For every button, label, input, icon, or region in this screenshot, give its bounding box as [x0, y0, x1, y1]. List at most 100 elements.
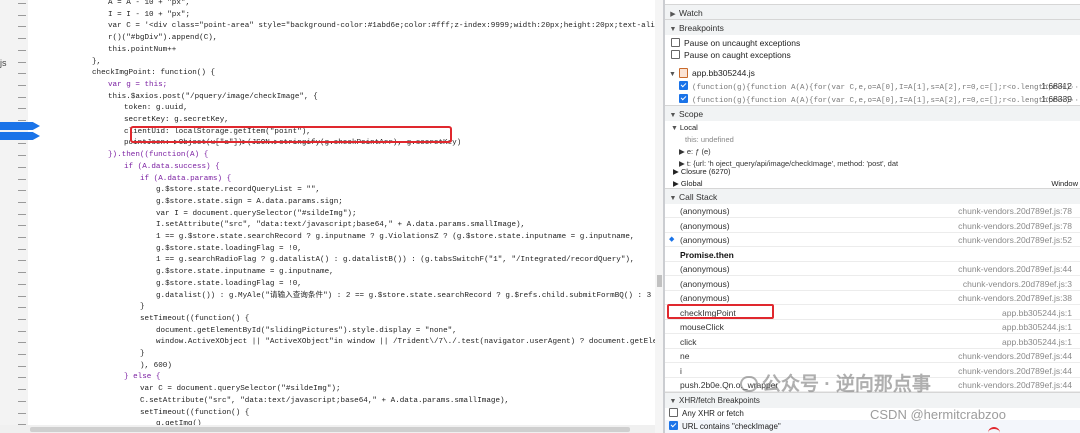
scope-variable[interactable]: ▶ e: ƒ (e): [679, 146, 711, 158]
call-frame-name: ne: [680, 351, 690, 361]
gutter-line-mark: [18, 389, 26, 391]
breakpoint-marker[interactable]: [0, 122, 40, 130]
gutter-line-mark: [18, 14, 26, 16]
call-frame-location[interactable]: chunk-vendors.20d789ef.js:44: [958, 378, 1072, 392]
code-line[interactable]: }: [140, 301, 145, 313]
call-frame-name: i: [680, 365, 682, 376]
call-frame[interactable]: click app.bb305244.js:1: [665, 335, 1080, 349]
call-frame[interactable]: (anonymous) chunk-vendors.20d789ef.js:78: [665, 219, 1080, 233]
code-line[interactable]: },: [92, 56, 101, 68]
code-line[interactable]: r()("#bgDiv").append(C),: [108, 32, 217, 44]
call-frame[interactable]: (anonymous) chunk-vendors.20d789ef.js:78: [665, 204, 1080, 218]
code-line[interactable]: window.ActiveXObject || "ActiveXObject"i…: [156, 336, 663, 348]
code-line[interactable]: g.datalist()) : g.MyAle("请输入查询条件") : 2 =…: [156, 290, 663, 302]
breakpoint-marker[interactable]: [0, 132, 40, 140]
breakpoint-file-row[interactable]: ▼ app.bb305244.js: [665, 66, 1080, 80]
code-line[interactable]: var I = document.querySelector("#sildeIm…: [156, 208, 357, 220]
code-line[interactable]: I.setAttribute("src", "data:text/javascr…: [156, 219, 525, 231]
code-line[interactable]: 1 == g.searchRadioFlag ? g.datalistA() :…: [156, 254, 634, 266]
call-frame-location[interactable]: chunk-vendors.20d789ef.js:78: [958, 204, 1072, 218]
call-frame[interactable]: ne chunk-vendors.20d789ef.js:44: [665, 349, 1080, 363]
gutter-line-mark: [18, 225, 26, 227]
gutter-line-mark: [18, 143, 26, 145]
gutter-line-mark: [18, 237, 26, 238]
code-line[interactable]: } else {: [124, 371, 160, 383]
call-frame[interactable]: (anonymous) chunk-vendors.20d789ef.js:44: [665, 262, 1080, 276]
call-frame-location[interactable]: chunk-vendors.20d789ef.js:44: [958, 349, 1072, 363]
highlight-annotation-checkimgpoint: [667, 304, 774, 319]
scope-closure[interactable]: ▶ Closure (6270): [673, 166, 730, 178]
checkbox-icon[interactable]: [669, 408, 678, 418]
call-frame-location[interactable]: chunk-vendors.20d789ef.js:52: [958, 233, 1072, 247]
checkbox-icon[interactable]: [671, 50, 680, 60]
code-line[interactable]: this.$axios.post("/pquery/image/checkIma…: [108, 91, 318, 103]
code-line[interactable]: }: [140, 348, 145, 360]
gutter-line-mark: [18, 61, 26, 63]
code-line[interactable]: C.setAttribute("src", "data:text/javascr…: [140, 395, 509, 407]
gutter-line-mark: [18, 412, 26, 414]
code-line[interactable]: var g = this;: [108, 79, 167, 91]
editor-scroll-thumb[interactable]: [657, 275, 662, 287]
breakpoint-entry[interactable]: (function(g){function A(A){for(var C,e,o…: [665, 79, 1080, 93]
call-frame[interactable]: ◆ (anonymous) chunk-vendors.20d789ef.js:52: [665, 233, 1080, 247]
call-frame-location[interactable]: chunk-vendors.20d789ef.js:44: [958, 364, 1072, 378]
call-frame-name: (anonymous): [680, 293, 730, 303]
call-frame[interactable]: (anonymous) chunk-vendors.20d789ef.js:3: [665, 277, 1080, 291]
code-line[interactable]: setTimeout((function() {: [140, 313, 249, 325]
code-line[interactable]: g.$store.state.sign = A.data.params.sign…: [156, 196, 343, 208]
checkbox-icon[interactable]: [671, 38, 680, 48]
pause-caught-option[interactable]: Pause on caught exceptions: [665, 48, 1080, 62]
code-line[interactable]: this.pointNum++: [108, 44, 176, 56]
code-line[interactable]: g.$store.state.recordQueryList = "",: [156, 184, 320, 196]
call-frame-location[interactable]: app.bb305244.js:1: [1002, 320, 1072, 334]
code-editor[interactable]: js A = A - 10 + "px", I = I - 10 + "px"; v…: [0, 0, 664, 433]
call-frame-name: (anonymous): [680, 220, 730, 231]
code-line[interactable]: setTimeout((function() {: [140, 407, 249, 419]
code-line[interactable]: var C = document.querySelector("#sildeIm…: [140, 383, 341, 395]
code-line[interactable]: g.$store.state.inputname = g.inputname,: [156, 266, 334, 278]
red-annotation-mark: [988, 427, 1000, 433]
gutter-line-mark: [18, 49, 26, 51]
code-line[interactable]: checkImgPoint: function() {: [92, 67, 215, 79]
call-frame[interactable]: (anonymous) chunk-vendors.20d789ef.js:38: [665, 291, 1080, 305]
code-line[interactable]: }).then((function(A) {: [108, 149, 208, 161]
editor-horizontal-thumb[interactable]: [30, 427, 630, 432]
checked-checkbox-icon[interactable]: [669, 421, 678, 431]
gutter-line-mark: [18, 354, 26, 355]
call-frame-location[interactable]: chunk-vendors.20d789ef.js:38: [958, 291, 1072, 305]
code-line[interactable]: I = I - 10 + "px";: [108, 9, 190, 21]
code-line[interactable]: secretKey: g.secretKey,: [124, 114, 229, 126]
gutter-line-mark: [18, 283, 26, 285]
gutter-line-mark: [18, 248, 26, 250]
code-line[interactable]: var C = '<div class="point-area" style="…: [108, 20, 663, 32]
callstack-section-header[interactable]: ▼ Call Stack: [665, 188, 1080, 204]
code-line[interactable]: 1 == g.$store.state.searchRecord ? g.inp…: [156, 231, 634, 243]
code-line[interactable]: document.getElementById("slidingPictures…: [156, 325, 457, 337]
call-frame[interactable]: Promise.then: [665, 248, 1080, 262]
checked-checkbox-icon[interactable]: [679, 81, 688, 91]
call-frame-location[interactable]: chunk-vendors.20d789ef.js:44: [958, 262, 1072, 276]
js-file-icon: [679, 67, 688, 78]
breakpoints-section-header[interactable]: ▼ Breakpoints: [665, 19, 1080, 35]
scope-local-header[interactable]: ▼ Local: [671, 122, 698, 134]
code-line[interactable]: A = A - 10 + "px",: [108, 0, 190, 9]
call-frame-location[interactable]: app.bb305244.js:1: [1002, 335, 1072, 349]
code-line[interactable]: if (A.data.params) {: [140, 173, 231, 185]
scope-variable[interactable]: this: undefined: [685, 134, 734, 146]
gutter-line-mark: [18, 365, 26, 367]
scope-section-header[interactable]: ▼ Scope: [665, 105, 1080, 121]
call-frame-location[interactable]: chunk-vendors.20d789ef.js:78: [958, 219, 1072, 233]
code-line[interactable]: ), 600): [140, 360, 172, 372]
call-frame-location[interactable]: app.bb305244.js:1: [1002, 306, 1072, 320]
call-frame-location[interactable]: chunk-vendors.20d789ef.js:3: [963, 277, 1072, 291]
checked-checkbox-icon[interactable]: [679, 94, 688, 104]
call-frame-name: (anonymous): [680, 235, 730, 245]
code-line[interactable]: g.$store.state.loadingFlag = !0,: [156, 278, 302, 290]
code-line[interactable]: if (A.data.success) {: [124, 161, 220, 173]
breakpoint-entry[interactable]: (function(g){function A(A){for(var C,e,o…: [665, 92, 1080, 106]
watch-section-header[interactable]: ▶ Watch: [665, 4, 1080, 20]
editor-vertical-scrollbar[interactable]: [655, 0, 663, 433]
code-line[interactable]: token: g.uuid,: [124, 102, 188, 114]
call-frame[interactable]: mouseClick app.bb305244.js:1: [665, 320, 1080, 334]
code-line[interactable]: g.$store.state.loadingFlag = !0,: [156, 243, 302, 255]
